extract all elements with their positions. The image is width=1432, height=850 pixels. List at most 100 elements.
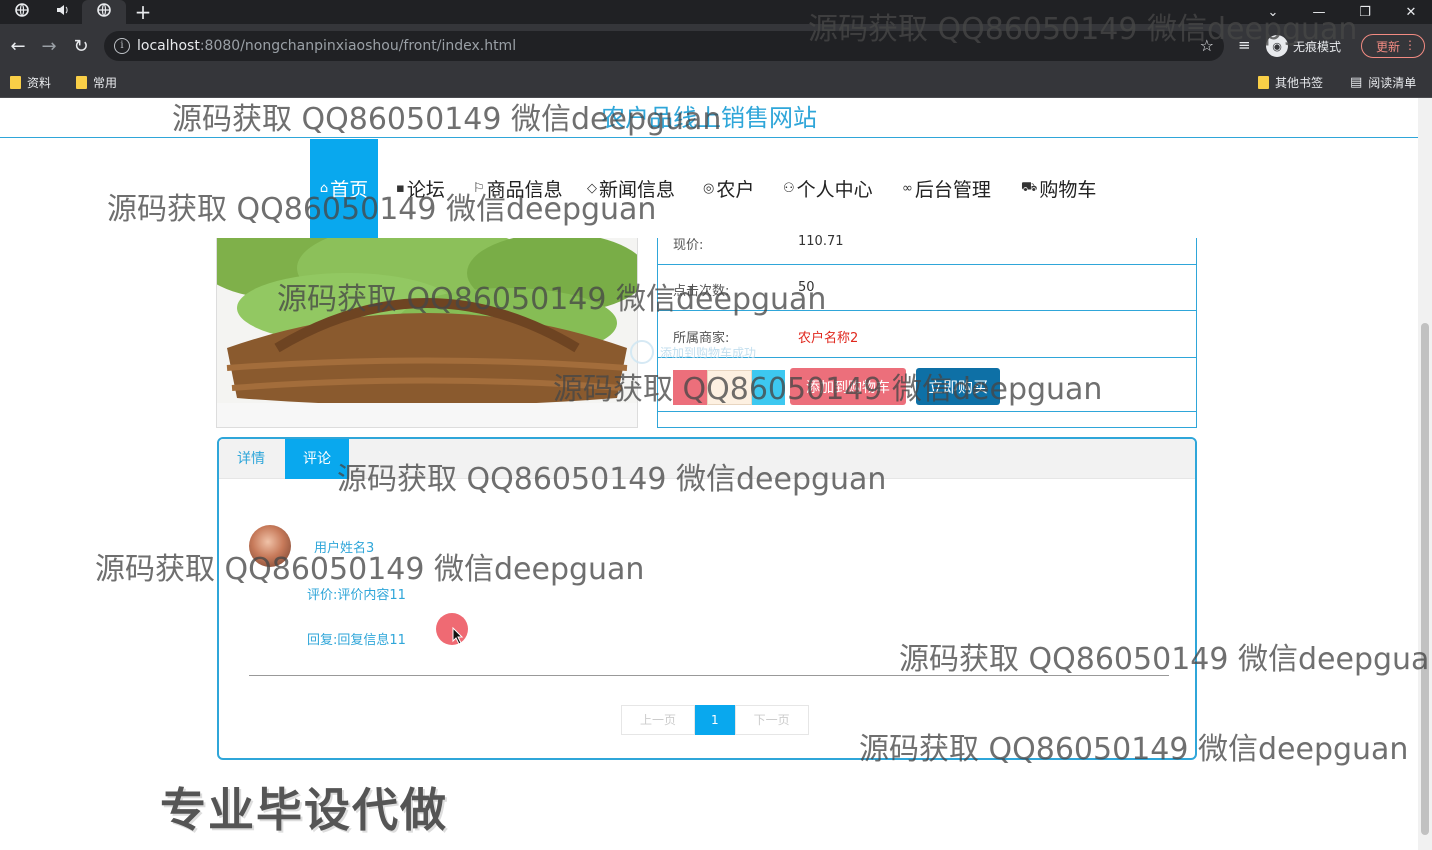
nav-label: 论坛 xyxy=(406,179,445,201)
browser-toolbar: ← → ↻ i localhost:8080/nongchanpinxiaosh… xyxy=(0,24,1432,68)
merchant-value[interactable]: 农户名称2 xyxy=(798,327,858,346)
nav-products[interactable]: ⚐ 商品信息 xyxy=(473,139,563,238)
reading-list-icon: ▤ xyxy=(1350,75,1363,90)
tab-3-active[interactable] xyxy=(82,0,126,24)
prev-page-button[interactable]: 上一页 xyxy=(621,705,696,735)
tab-comments[interactable]: 评论 xyxy=(285,439,349,479)
forward-icon[interactable]: → xyxy=(37,34,61,58)
nav-cart[interactable]: ⛟ 购物车 xyxy=(1021,139,1096,238)
reading-list-icon[interactable]: ≡ xyxy=(1238,36,1251,54)
comment-reply: 回复:回复信息11 xyxy=(307,633,406,648)
price-label: 现价: xyxy=(673,238,704,253)
nav-label: 个人中心 xyxy=(796,179,873,201)
incognito-label: 无痕模式 xyxy=(1293,39,1342,54)
tab-1[interactable] xyxy=(6,0,38,24)
globe-icon xyxy=(15,3,29,21)
browser-tab-bar: + ⌄ — ❐ ✕ xyxy=(0,0,1432,24)
tab-search-icon[interactable]: ⌄ xyxy=(1250,0,1296,24)
success-icon xyxy=(630,340,654,364)
price-value: 110.71 xyxy=(798,234,844,249)
add-to-cart-button[interactable]: 添加到购物车 xyxy=(790,368,906,405)
tag-icon: ◇ xyxy=(587,181,597,196)
incognito-indicator[interactable]: ◉ 无痕模式 xyxy=(1266,33,1341,59)
reload-icon[interactable]: ↻ xyxy=(69,34,93,58)
product-image xyxy=(216,238,638,428)
info-icon[interactable]: i xyxy=(114,38,130,54)
update-label: 更新 xyxy=(1376,39,1401,54)
quantity-input[interactable] xyxy=(707,370,752,405)
globe-icon: ◎ xyxy=(703,181,715,196)
bookmark-label: 常用 xyxy=(93,76,118,90)
new-tab-button[interactable]: + xyxy=(130,0,156,24)
bookmark-star-icon[interactable]: ☆ xyxy=(1200,36,1214,55)
restore-button[interactable]: ❐ xyxy=(1342,0,1388,24)
page-scrollbar[interactable] xyxy=(1418,98,1432,850)
comment-content: 评价:评价内容11 xyxy=(307,588,406,603)
nav-label: 农户 xyxy=(716,179,755,201)
nav-forum[interactable]: ▪ 论坛 xyxy=(396,139,445,238)
folder-icon xyxy=(76,76,87,89)
bookmark-folder-2[interactable]: 常用 xyxy=(76,74,117,91)
home-icon: ⌂ xyxy=(319,181,329,196)
clicks-row: 点击次数: 50 xyxy=(658,266,1196,311)
scroll-thumb[interactable] xyxy=(1421,323,1429,835)
speaker-icon xyxy=(56,4,70,20)
buy-now-button[interactable]: 立即购买 xyxy=(916,368,1000,405)
nav-label: 首页 xyxy=(330,179,369,201)
bookmark-label: 资料 xyxy=(27,76,52,90)
user-icon: ⚇ xyxy=(783,181,795,196)
page-1-button[interactable]: 1 xyxy=(695,705,735,735)
nav-farmers[interactable]: ◎ 农户 xyxy=(703,139,754,238)
promo-overlay-text: 专业毕设代做 xyxy=(160,783,448,837)
divider xyxy=(249,675,1169,676)
nav-label: 购物车 xyxy=(1039,179,1097,201)
url-text: localhost:8080/nongchanpinxiaoshou/front… xyxy=(137,38,517,54)
clicks-label: 点击次数: xyxy=(673,284,730,299)
detail-comment-panel: 详情 评论 用户姓名3 评价:评价内容11 回复:回复信息11 上一页 1 下一… xyxy=(217,437,1197,760)
panel-tabs: 详情 评论 xyxy=(219,439,1195,479)
comment-user: 用户姓名3 xyxy=(314,541,375,556)
tab-2[interactable] xyxy=(46,0,80,24)
close-window-button[interactable]: ✕ xyxy=(1388,0,1432,24)
nav-profile[interactable]: ⚇ 个人中心 xyxy=(783,139,873,238)
other-bookmarks[interactable]: 其他书签 xyxy=(1258,74,1323,91)
address-bar[interactable]: i localhost:8080/nongchanpinxiaoshou/fro… xyxy=(104,31,1224,61)
nav-label: 后台管理 xyxy=(914,179,991,201)
bookmark-label: 阅读清单 xyxy=(1368,76,1417,90)
toast-text: 添加到购物车成功 xyxy=(660,345,757,360)
nav-news[interactable]: ◇ 新闻信息 xyxy=(587,139,675,238)
avatar xyxy=(249,525,291,567)
site-title: 农户品线上销售网站 xyxy=(0,98,1418,138)
clicks-value: 50 xyxy=(798,280,815,295)
price-row: 现价: 110.71 xyxy=(658,234,1196,265)
mouse-cursor-icon xyxy=(452,626,464,649)
web-page: 农户品线上销售网站 ⌂ 首页 ▪ 论坛 ⚐ 商品信息 ◇ 新闻信息 ◎ 农户 ⚇ 个人中心 … xyxy=(0,98,1418,850)
globe-icon xyxy=(97,3,111,21)
folder-icon xyxy=(1258,76,1269,89)
main-nav: ⌂ 首页 ▪ 论坛 ⚐ 商品信息 ◇ 新闻信息 ◎ 农户 ⚇ 个人中心 ∞ 后台管理 ⛟ 购物车 xyxy=(0,139,1418,238)
minimize-button[interactable]: — xyxy=(1296,0,1342,24)
quantity-increase-button[interactable] xyxy=(752,370,785,405)
bookmark-folder-1[interactable]: 资料 xyxy=(10,74,51,91)
bookmarks-bar: 资料 常用 其他书签 ▤ 阅读清单 xyxy=(0,68,1432,98)
cart-icon: ⛟ xyxy=(1021,180,1038,195)
quantity-decrease-button[interactable] xyxy=(673,370,707,405)
pagination: 上一页 1 下一页 xyxy=(621,705,809,735)
flag-icon: ⚐ xyxy=(473,181,485,196)
update-button[interactable]: 更新 ⋮ xyxy=(1361,34,1425,58)
incognito-icon: ◉ xyxy=(1266,35,1288,57)
toast-message: 添加到购物车成功 xyxy=(630,340,756,364)
nav-label: 新闻信息 xyxy=(599,179,676,201)
bookmark-label: 其他书签 xyxy=(1275,76,1324,90)
nav-admin[interactable]: ∞ 后台管理 xyxy=(902,139,991,238)
more-menu-icon[interactable]: ⋮ xyxy=(1404,38,1416,52)
nav-home[interactable]: ⌂ 首页 xyxy=(310,139,378,238)
back-icon[interactable]: ← xyxy=(6,34,30,58)
folder-icon xyxy=(10,76,21,89)
link-icon: ∞ xyxy=(902,181,913,196)
forum-icon: ▪ xyxy=(396,181,405,196)
tab-details[interactable]: 详情 xyxy=(219,439,283,479)
reading-list[interactable]: ▤ 阅读清单 xyxy=(1350,74,1416,91)
next-page-button[interactable]: 下一页 xyxy=(734,705,809,735)
nav-label: 商品信息 xyxy=(486,179,563,201)
